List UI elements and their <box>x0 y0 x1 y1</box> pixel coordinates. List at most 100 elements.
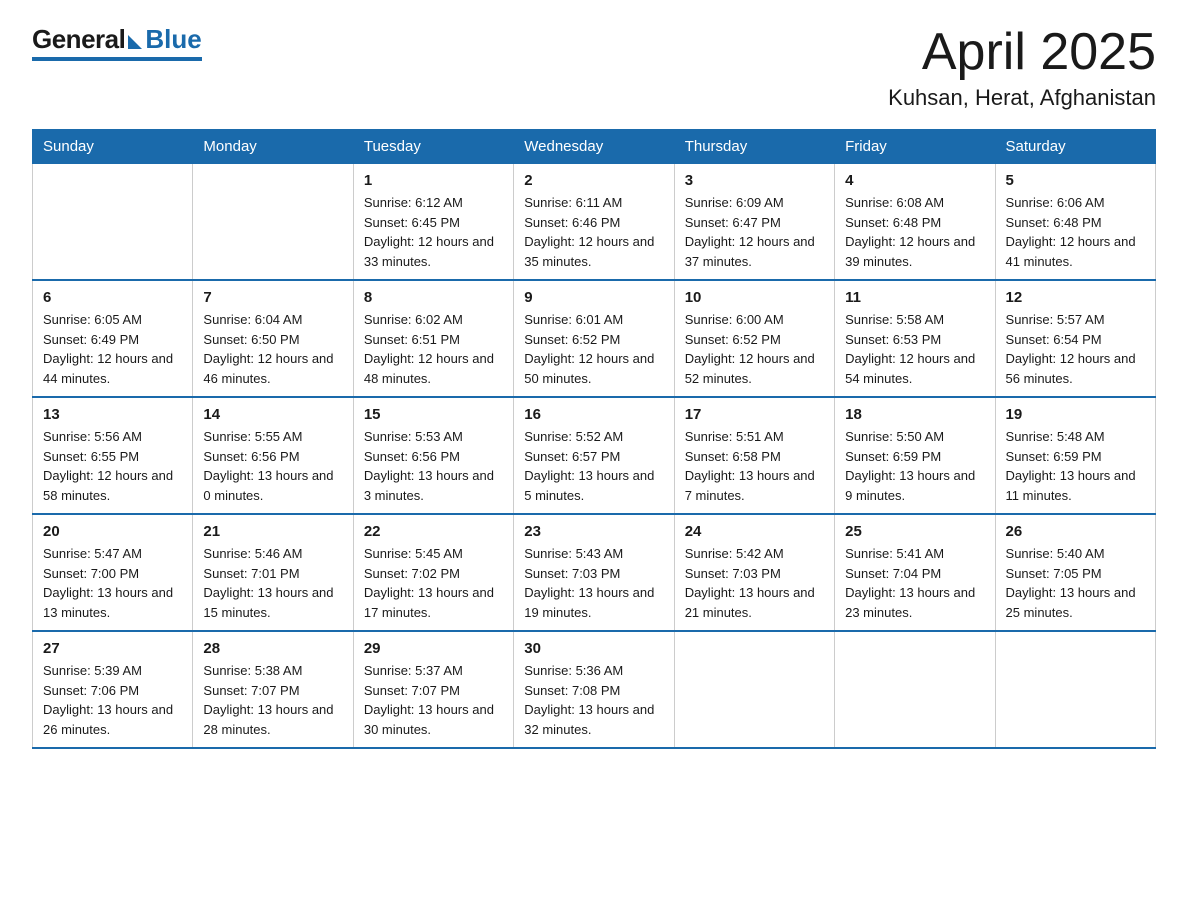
week-row-5: 27 Sunrise: 5:39 AMSunset: 7:06 PMDayligh… <box>33 631 1156 748</box>
day-number: 5 <box>1006 172 1145 189</box>
page-header: General Blue April 2025 Kuhsan, Herat, A… <box>32 24 1156 111</box>
day-cell: 4 Sunrise: 6:08 AMSunset: 6:48 PMDaylight… <box>835 164 995 281</box>
title-location: Kuhsan, Herat, Afghanistan <box>888 85 1156 111</box>
day-info: Sunrise: 5:55 AMSunset: 6:56 PMDaylight:… <box>203 429 333 503</box>
day-info: Sunrise: 5:43 AMSunset: 7:03 PMDaylight:… <box>524 546 654 620</box>
day-info: Sunrise: 6:12 AMSunset: 6:45 PMDaylight:… <box>364 195 494 269</box>
day-number: 25 <box>845 523 984 540</box>
day-info: Sunrise: 6:04 AMSunset: 6:50 PMDaylight:… <box>203 312 333 386</box>
day-number: 13 <box>43 406 182 423</box>
day-number: 8 <box>364 289 503 306</box>
column-header-saturday: Saturday <box>995 130 1155 164</box>
day-cell: 30Sunrise: 5:36 AMSunset: 7:08 PMDayligh… <box>514 631 674 748</box>
day-number: 3 <box>685 172 824 189</box>
day-number: 7 <box>203 289 342 306</box>
day-cell <box>33 164 193 281</box>
logo-arrow-icon <box>128 35 142 49</box>
column-header-monday: Monday <box>193 130 353 164</box>
day-cell: 17 Sunrise: 5:51 AMSunset: 6:58 PMDayligh… <box>674 397 834 514</box>
day-number: 19 <box>1006 406 1145 423</box>
day-cell: 27 Sunrise: 5:39 AMSunset: 7:06 PMDayligh… <box>33 631 193 748</box>
day-cell: 12 Sunrise: 5:57 AMSunset: 6:54 PMDayligh… <box>995 280 1155 397</box>
day-info: Sunrise: 6:08 AMSunset: 6:48 PMDaylight:… <box>845 195 975 269</box>
week-row-3: 13 Sunrise: 5:56 AMSunset: 6:55 PMDayligh… <box>33 397 1156 514</box>
title-month-year: April 2025 <box>888 24 1156 81</box>
day-number: 12 <box>1006 289 1145 306</box>
day-number: 24 <box>685 523 824 540</box>
day-cell: 22 Sunrise: 5:45 AMSunset: 7:02 PMDayligh… <box>353 514 513 631</box>
day-cell: 24Sunrise: 5:42 AMSunset: 7:03 PMDayligh… <box>674 514 834 631</box>
day-cell: 7 Sunrise: 6:04 AMSunset: 6:50 PMDaylight… <box>193 280 353 397</box>
day-number: 1 <box>364 172 503 189</box>
calendar-table: SundayMondayTuesdayWednesdayThursdayFrid… <box>32 129 1156 749</box>
logo-general-text: General <box>32 24 125 55</box>
day-cell: 20Sunrise: 5:47 AMSunset: 7:00 PMDayligh… <box>33 514 193 631</box>
day-cell: 6Sunrise: 6:05 AMSunset: 6:49 PMDaylight… <box>33 280 193 397</box>
day-cell <box>193 164 353 281</box>
day-number: 14 <box>203 406 342 423</box>
week-row-1: 1 Sunrise: 6:12 AMSunset: 6:45 PMDaylight… <box>33 164 1156 281</box>
day-cell: 21Sunrise: 5:46 AMSunset: 7:01 PMDayligh… <box>193 514 353 631</box>
day-info: Sunrise: 5:53 AMSunset: 6:56 PMDaylight:… <box>364 429 494 503</box>
column-header-wednesday: Wednesday <box>514 130 674 164</box>
day-number: 23 <box>524 523 663 540</box>
day-number: 2 <box>524 172 663 189</box>
day-number: 15 <box>364 406 503 423</box>
day-cell: 26 Sunrise: 5:40 AMSunset: 7:05 PMDayligh… <box>995 514 1155 631</box>
day-info: Sunrise: 5:45 AMSunset: 7:02 PMDaylight:… <box>364 546 494 620</box>
day-number: 18 <box>845 406 984 423</box>
week-row-4: 20Sunrise: 5:47 AMSunset: 7:00 PMDayligh… <box>33 514 1156 631</box>
day-info: Sunrise: 5:47 AMSunset: 7:00 PMDaylight:… <box>43 546 173 620</box>
day-number: 27 <box>43 640 182 657</box>
day-info: Sunrise: 5:57 AMSunset: 6:54 PMDaylight:… <box>1006 312 1136 386</box>
day-info: Sunrise: 6:09 AMSunset: 6:47 PMDaylight:… <box>685 195 815 269</box>
day-cell: 18 Sunrise: 5:50 AMSunset: 6:59 PMDayligh… <box>835 397 995 514</box>
day-info: Sunrise: 5:48 AMSunset: 6:59 PMDaylight:… <box>1006 429 1136 503</box>
day-info: Sunrise: 6:02 AMSunset: 6:51 PMDaylight:… <box>364 312 494 386</box>
day-number: 28 <box>203 640 342 657</box>
day-cell: 10Sunrise: 6:00 AMSunset: 6:52 PMDayligh… <box>674 280 834 397</box>
day-cell: 19 Sunrise: 5:48 AMSunset: 6:59 PMDayligh… <box>995 397 1155 514</box>
day-cell: 2Sunrise: 6:11 AMSunset: 6:46 PMDaylight… <box>514 164 674 281</box>
day-number: 10 <box>685 289 824 306</box>
day-cell <box>674 631 834 748</box>
day-cell: 28 Sunrise: 5:38 AMSunset: 7:07 PMDayligh… <box>193 631 353 748</box>
day-cell <box>835 631 995 748</box>
day-cell: 1 Sunrise: 6:12 AMSunset: 6:45 PMDaylight… <box>353 164 513 281</box>
day-info: Sunrise: 5:52 AMSunset: 6:57 PMDaylight:… <box>524 429 654 503</box>
day-info: Sunrise: 5:37 AMSunset: 7:07 PMDaylight:… <box>364 663 494 737</box>
day-info: Sunrise: 5:40 AMSunset: 7:05 PMDaylight:… <box>1006 546 1136 620</box>
day-info: Sunrise: 6:01 AMSunset: 6:52 PMDaylight:… <box>524 312 654 386</box>
day-info: Sunrise: 5:46 AMSunset: 7:01 PMDaylight:… <box>203 546 333 620</box>
logo: General Blue <box>32 24 202 59</box>
day-info: Sunrise: 5:41 AMSunset: 7:04 PMDaylight:… <box>845 546 975 620</box>
title-block: April 2025 Kuhsan, Herat, Afghanistan <box>888 24 1156 111</box>
day-cell: 25 Sunrise: 5:41 AMSunset: 7:04 PMDayligh… <box>835 514 995 631</box>
day-cell: 14 Sunrise: 5:55 AMSunset: 6:56 PMDayligh… <box>193 397 353 514</box>
column-header-thursday: Thursday <box>674 130 834 164</box>
day-number: 4 <box>845 172 984 189</box>
day-cell: 16Sunrise: 5:52 AMSunset: 6:57 PMDayligh… <box>514 397 674 514</box>
day-cell: 29 Sunrise: 5:37 AMSunset: 7:07 PMDayligh… <box>353 631 513 748</box>
day-cell: 9Sunrise: 6:01 AMSunset: 6:52 PMDaylight… <box>514 280 674 397</box>
day-info: Sunrise: 5:38 AMSunset: 7:07 PMDaylight:… <box>203 663 333 737</box>
day-number: 26 <box>1006 523 1145 540</box>
day-info: Sunrise: 5:36 AMSunset: 7:08 PMDaylight:… <box>524 663 654 737</box>
day-info: Sunrise: 5:50 AMSunset: 6:59 PMDaylight:… <box>845 429 975 503</box>
day-cell: 15 Sunrise: 5:53 AMSunset: 6:56 PMDayligh… <box>353 397 513 514</box>
day-info: Sunrise: 5:39 AMSunset: 7:06 PMDaylight:… <box>43 663 173 737</box>
day-number: 29 <box>364 640 503 657</box>
day-info: Sunrise: 5:56 AMSunset: 6:55 PMDaylight:… <box>43 429 173 503</box>
day-number: 17 <box>685 406 824 423</box>
day-info: Sunrise: 5:51 AMSunset: 6:58 PMDaylight:… <box>685 429 815 503</box>
day-info: Sunrise: 6:06 AMSunset: 6:48 PMDaylight:… <box>1006 195 1136 269</box>
day-cell: 5 Sunrise: 6:06 AMSunset: 6:48 PMDaylight… <box>995 164 1155 281</box>
day-cell: 3 Sunrise: 6:09 AMSunset: 6:47 PMDaylight… <box>674 164 834 281</box>
column-header-friday: Friday <box>835 130 995 164</box>
day-cell: 8 Sunrise: 6:02 AMSunset: 6:51 PMDaylight… <box>353 280 513 397</box>
day-number: 11 <box>845 289 984 306</box>
logo-blue-text: Blue <box>145 24 201 55</box>
day-number: 22 <box>364 523 503 540</box>
day-info: Sunrise: 5:58 AMSunset: 6:53 PMDaylight:… <box>845 312 975 386</box>
day-info: Sunrise: 6:05 AMSunset: 6:49 PMDaylight:… <box>43 312 173 386</box>
